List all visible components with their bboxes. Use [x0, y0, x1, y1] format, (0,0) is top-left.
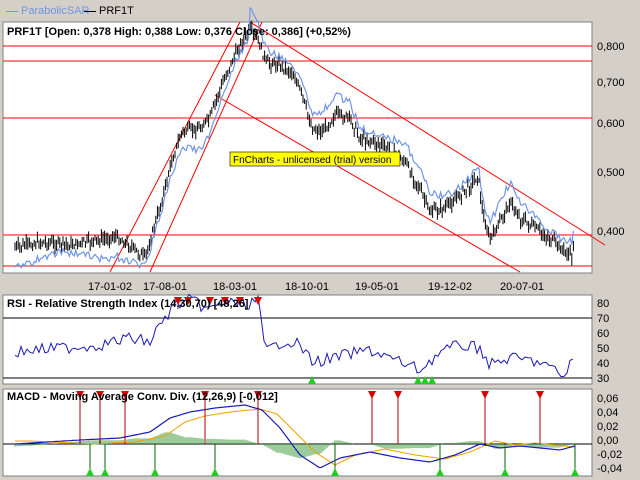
macd-y-tick: -0,02	[597, 449, 622, 461]
price-x-tick: 17-01-02	[88, 281, 132, 293]
macd-y-tick: 0,00	[597, 435, 618, 447]
rsi-y-tick: 70	[597, 313, 609, 325]
macd-y-tick: -0,04	[597, 463, 622, 475]
price-x-tick: 17-08-01	[143, 281, 187, 293]
rsi-panel-title: RSI - Relative Strength Index (14,30,70)…	[7, 298, 249, 310]
rsi-y-tick: 80	[597, 298, 609, 310]
price-panel-title: PRF1T [Open: 0,378 High: 0,388 Low: 0,37…	[7, 26, 351, 38]
rsi-y-tick: 30	[597, 373, 609, 385]
price-y-tick: 0,500	[597, 167, 625, 179]
price-x-tick: 20-07-01	[500, 281, 544, 293]
macd-y-tick: 0,02	[597, 421, 618, 433]
price-x-tick: 19-12-02	[428, 281, 472, 293]
price-x-tick: 18-03-01	[213, 281, 257, 293]
rsi-y-tick: 60	[597, 328, 609, 340]
rsi-y-tick: 40	[597, 358, 609, 370]
price-x-tick: 18-10-01	[285, 281, 329, 293]
rsi-y-tick: 50	[597, 343, 609, 355]
price-y-tick: 0,700	[597, 77, 625, 89]
macd-y-tick: 0,04	[597, 407, 618, 419]
price-y-tick: 0,600	[597, 118, 625, 130]
price-x-tick: 19-05-01	[355, 281, 399, 293]
price-y-tick: 0,400	[597, 226, 625, 238]
stock-chart: PRF1T [Open: 0,378 High: 0,388 Low: 0,37…	[2, 6, 625, 477]
trial-watermark: FnCharts - unlicensed (trial) version	[229, 151, 401, 167]
trial-watermark-text: FnCharts - unlicensed (trial) version	[233, 155, 391, 166]
macd-panel-title: MACD - Moving Average Conv. Div. (12,26,…	[7, 391, 278, 403]
price-y-tick: 0,800	[597, 41, 625, 53]
macd-y-tick: 0,06	[597, 393, 618, 405]
